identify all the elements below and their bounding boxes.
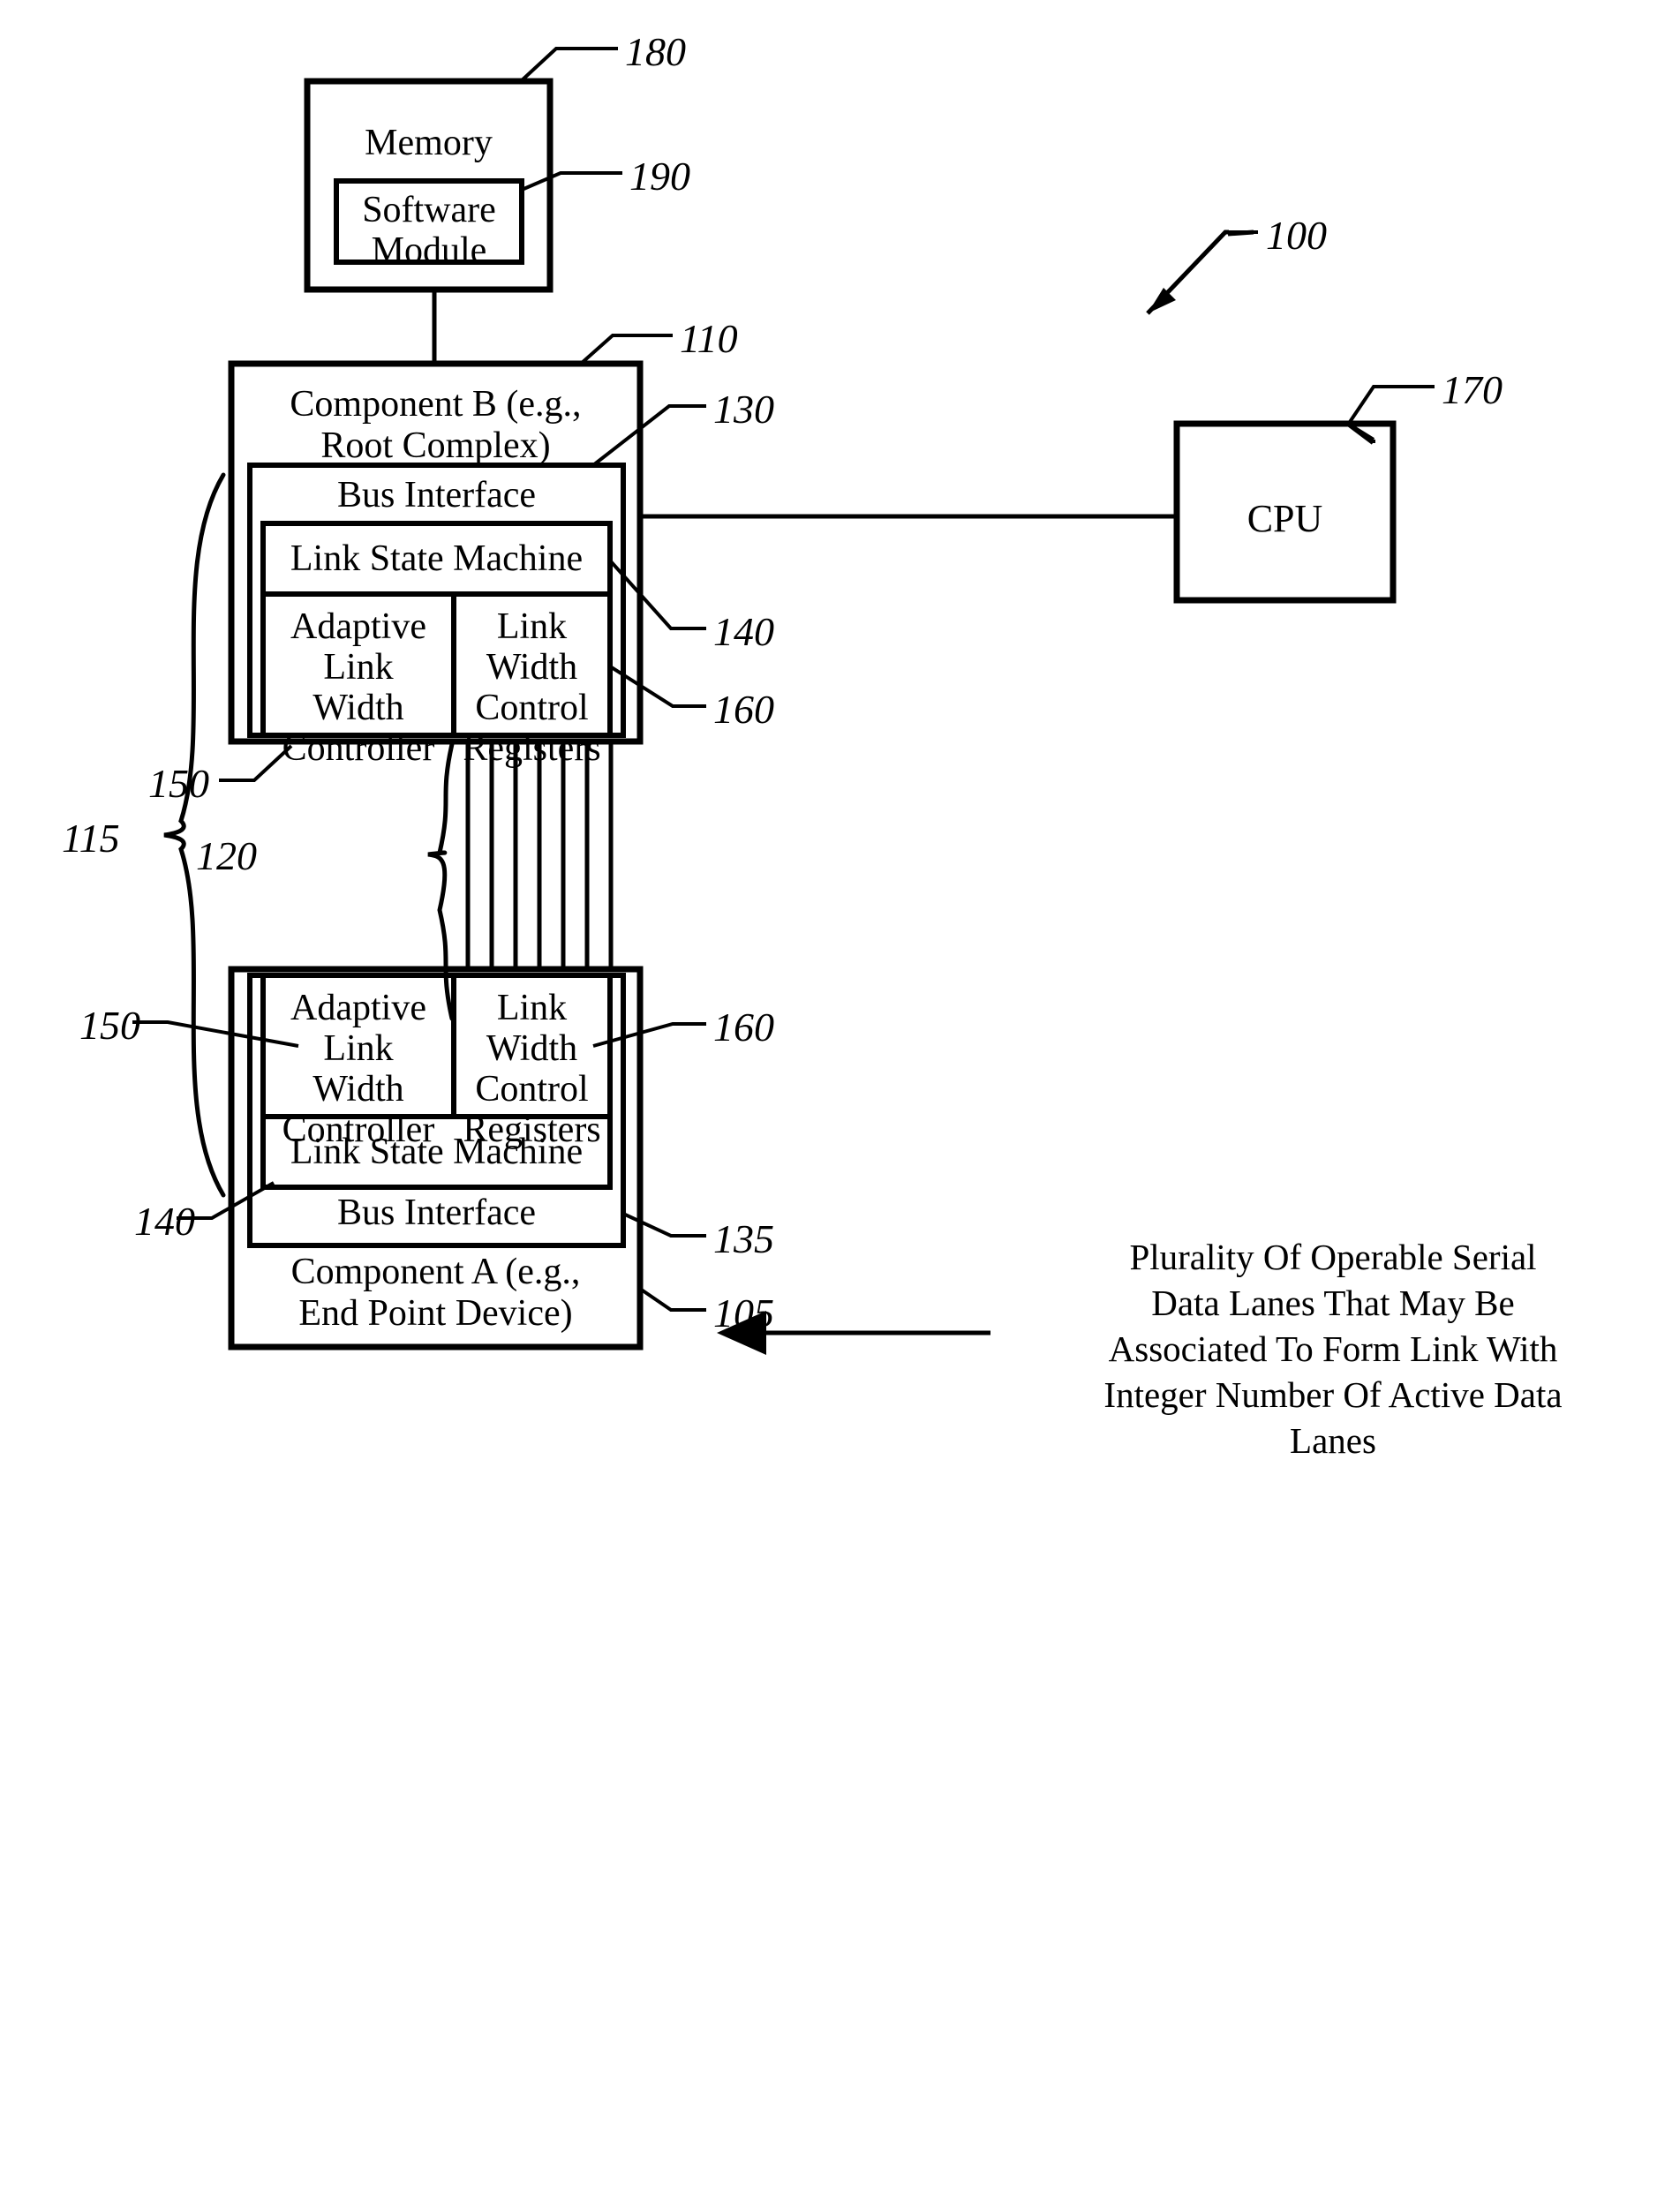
component-b-label: Component B (e.g., Root Complex) [231, 384, 640, 467]
alwc-a-line1: Adaptive Link [290, 988, 426, 1069]
ref-140-a: 140 [134, 1199, 195, 1244]
ref-130: 130 [713, 387, 774, 432]
ref-120: 120 [196, 833, 257, 878]
ref-110: 110 [680, 316, 738, 361]
ref-140-b: 140 [713, 609, 774, 654]
annotation-line-2: Data Lanes That May Be [1151, 1283, 1515, 1323]
patent-figure-canvas: Memory Software Module Component B (e.g.… [0, 0, 1672, 2212]
software-module-line1: Software [362, 190, 496, 230]
ref-160-b: 160 [713, 687, 774, 732]
cpu-label: CPU [1246, 497, 1323, 540]
ref-190: 190 [629, 154, 690, 199]
component-b-line1: Component B (e.g., [290, 384, 582, 425]
lwcr-b-line1: Link Width [486, 606, 578, 688]
adaptive-link-width-controller-b-label: Adaptive Link Width Controller [263, 606, 454, 769]
annotation-line-1: Plurality Of Operable Serial [1129, 1237, 1537, 1277]
ref-160-a: 160 [713, 1004, 774, 1050]
bus-interface-b-label: Bus Interface [336, 475, 537, 515]
link-state-machine-a-label: Link State Machine [290, 1132, 584, 1172]
lwcr-b-line3: Registers [463, 728, 601, 769]
lwcr-a-line2: Control [475, 1069, 589, 1110]
component-a-line1: Component A (e.g., [290, 1252, 581, 1292]
component-b-line2: Root Complex) [320, 425, 551, 466]
bus-interface-a-label: Bus Interface [336, 1193, 537, 1233]
adaptive-link-width-controller-a-label: Adaptive Link Width Controller [263, 988, 454, 1150]
alwc-b-line3: Controller [282, 728, 435, 769]
link-width-control-registers-a-label: Link Width Control Registers [454, 988, 610, 1150]
ref-105: 105 [713, 1290, 774, 1335]
ref-170: 170 [1442, 367, 1503, 412]
link-width-control-registers-b-label: Link Width Control Registers [454, 606, 610, 769]
memory-label: Memory [365, 123, 493, 163]
component-a-label: Component A (e.g., End Point Device) [231, 1252, 640, 1335]
component-a-line2: End Point Device) [298, 1293, 573, 1334]
software-module-line2: Module [371, 230, 487, 271]
ref-150-b: 150 [148, 761, 209, 806]
annotation-line-3: Associated To Form Link With [1108, 1328, 1558, 1369]
annotation-line-5: Lanes [1290, 1420, 1376, 1461]
ref-100: 100 [1266, 213, 1327, 258]
lwcr-b-line2: Control [475, 688, 589, 728]
alwc-b-line2: Width [313, 688, 404, 728]
alwc-a-line2: Width [313, 1069, 404, 1110]
alwc-b-line1: Adaptive Link [290, 606, 426, 688]
annotation-line-4: Integer Number Of Active Data [1103, 1374, 1563, 1415]
link-state-machine-b-label: Link State Machine [290, 538, 584, 579]
lwcr-a-line1: Link Width [486, 988, 578, 1069]
ref-150-a: 150 [79, 1003, 140, 1048]
ref-135: 135 [713, 1216, 774, 1261]
ref-180: 180 [625, 29, 686, 74]
ref-115: 115 [62, 816, 120, 861]
software-module-label: Software Module [336, 190, 522, 271]
serial-lanes-annotation: Plurality Of Operable Serial Data Lanes … [1006, 1234, 1660, 1463]
